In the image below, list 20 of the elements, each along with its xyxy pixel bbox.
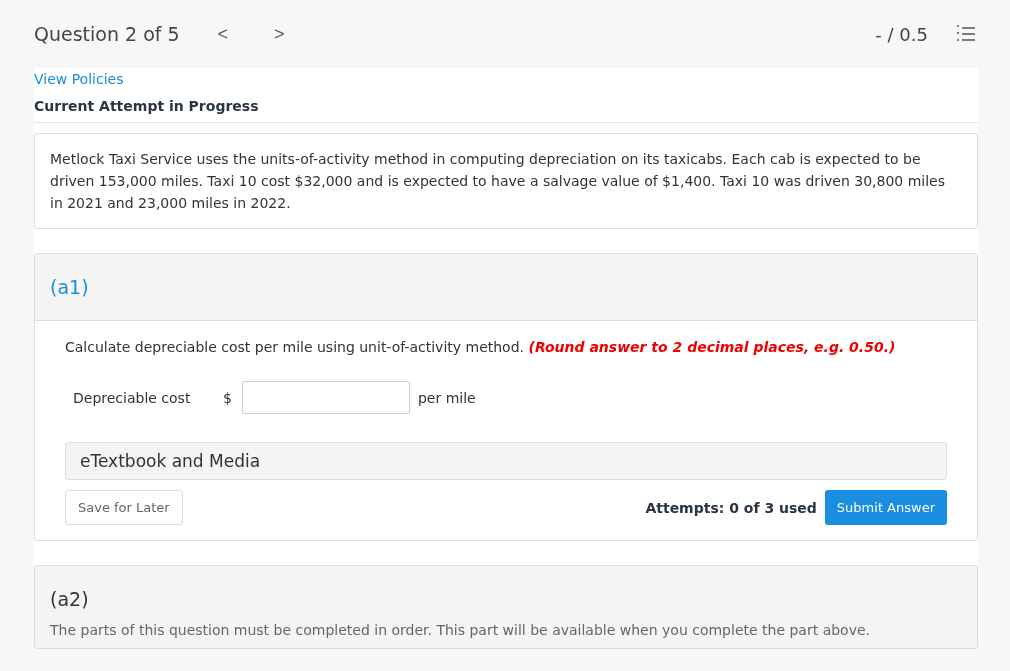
instruction-text: Calculate depreciable cost per mile using unit-of-activity method. (Round answer to 2 decimal places, e.g. 0.50.) — [65, 339, 897, 355]
next-button[interactable]: > — [270, 23, 289, 45]
previous-button[interactable]: < — [213, 23, 233, 45]
currency-symbol: $ — [223, 389, 232, 406]
part-label: (a1) — [50, 276, 89, 298]
submit-answer-button[interactable]: Submit Answer — [824, 490, 947, 525]
save-for-later-button[interactable]: Save for Later — [65, 490, 183, 525]
attempts-count: Attempts: 0 of 3 used — [645, 499, 817, 516]
attempt-status: Current Attempt in Progress — [34, 98, 978, 123]
numbered-list-icon[interactable] — [956, 25, 976, 43]
view-policies-link[interactable]: View Policies — [34, 71, 124, 87]
score: - / 0.5 — [875, 23, 928, 45]
locked-message: The parts of this question must be completed in order. This part will be available when you complete the part above. — [49, 621, 872, 640]
answer-field[interactable] — [241, 381, 410, 414]
question-counter: Question 2 of 5 — [34, 23, 180, 45]
question-text: Metlock Taxi Service uses the units-of-activity method in computing depreciation on its taxicabs. Each cab is expected to be driven 153,000 miles. Taxi 10 cost $32,000 and is expected to have a salvage value of $1,400. Taxi 10 was driven 30,800 miles in 2021 and 23,000 miles in 2022. — [34, 133, 978, 229]
unit-label: per mile — [417, 389, 476, 406]
etextbook-media-bar[interactable]: eTextbook and Media — [65, 442, 947, 480]
part-label: (a2) — [50, 588, 89, 610]
field-label: Depreciable cost — [73, 389, 192, 406]
